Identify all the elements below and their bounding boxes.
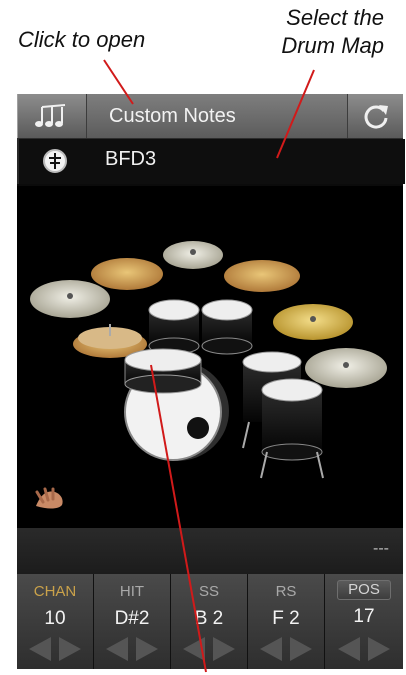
kit-selector[interactable]: BFD3 bbox=[17, 139, 405, 184]
decrement-arrow-icon[interactable] bbox=[183, 637, 205, 661]
cymbal-top[interactable] bbox=[163, 241, 223, 269]
cymbal-crash-right[interactable] bbox=[224, 260, 300, 292]
drum-map-title[interactable]: Custom Notes bbox=[109, 94, 236, 138]
increment-arrow-icon[interactable] bbox=[213, 637, 235, 661]
param-pos: POS 17 bbox=[325, 574, 403, 669]
hand-icon[interactable] bbox=[33, 486, 67, 512]
notes-button[interactable] bbox=[17, 94, 87, 138]
drum-map-panel: Custom Notes BFD3 --- CHAN 10 HIT D#2 SS… bbox=[17, 94, 405, 669]
decrement-arrow-icon[interactable] bbox=[260, 637, 282, 661]
tom-2[interactable] bbox=[201, 299, 253, 355]
param-value: D#2 bbox=[114, 608, 150, 629]
drum-kit-view[interactable] bbox=[17, 186, 403, 528]
param-value: 10 bbox=[44, 608, 66, 629]
increment-arrow-icon[interactable] bbox=[290, 637, 312, 661]
annotation-line-1: Select the bbox=[286, 5, 384, 30]
kit-selector-icon bbox=[43, 149, 67, 173]
param-label: HIT bbox=[119, 583, 145, 600]
music-notes-icon bbox=[35, 104, 66, 127]
cymbal-ride[interactable] bbox=[273, 304, 353, 340]
param-rs: RS F 2 bbox=[248, 574, 325, 669]
decrement-arrow-icon[interactable] bbox=[338, 637, 360, 661]
midi-display-value: --- bbox=[373, 540, 389, 557]
param-label: RS bbox=[275, 583, 297, 600]
param-ss: SS B 2 bbox=[171, 574, 248, 669]
param-label: CHAN bbox=[33, 583, 77, 600]
parameter-strip: CHAN 10 HIT D#2 SS B 2 RS F 2 POS 17 bbox=[17, 574, 403, 669]
param-value: 17 bbox=[353, 606, 375, 627]
param-hit: HIT D#2 bbox=[94, 574, 171, 669]
toolbar: Custom Notes bbox=[17, 94, 403, 139]
param-chan: CHAN 10 bbox=[17, 574, 94, 669]
tom-1[interactable] bbox=[148, 299, 200, 355]
midi-display-bar: --- bbox=[17, 528, 403, 574]
annotation-select-drum-map: Select the Drum Map bbox=[281, 4, 384, 60]
pos-toggle-button[interactable]: POS bbox=[337, 580, 391, 600]
annotation-line-2: Drum Map bbox=[281, 33, 384, 58]
annotation-click-to-open: Click to open bbox=[18, 27, 146, 52]
kit-name: BFD3 bbox=[105, 148, 157, 170]
param-value: B 2 bbox=[194, 608, 224, 629]
param-value: F 2 bbox=[272, 608, 300, 629]
increment-arrow-icon[interactable] bbox=[136, 637, 158, 661]
param-label: SS bbox=[198, 583, 219, 600]
cymbal-right[interactable] bbox=[305, 348, 387, 388]
increment-arrow-icon[interactable] bbox=[59, 637, 81, 661]
refresh-icon bbox=[364, 105, 388, 129]
refresh-button[interactable] bbox=[347, 94, 403, 138]
cymbal-left[interactable] bbox=[30, 280, 110, 318]
increment-arrow-icon[interactable] bbox=[368, 637, 390, 661]
decrement-arrow-icon[interactable] bbox=[29, 637, 51, 661]
snare-drum[interactable] bbox=[124, 348, 202, 394]
floor-tom-2[interactable] bbox=[260, 378, 324, 479]
decrement-arrow-icon[interactable] bbox=[106, 637, 128, 661]
cymbal-crash-left[interactable] bbox=[91, 258, 163, 290]
